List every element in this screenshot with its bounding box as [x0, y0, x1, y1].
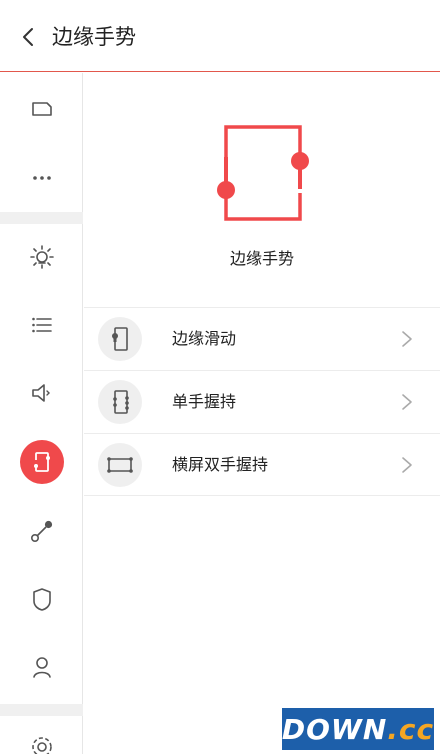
option-icon-bg: [98, 317, 142, 361]
sidebar-item-list[interactable]: [0, 295, 83, 355]
sidebar-item-settings[interactable]: [0, 717, 83, 754]
sidebar-separator: [0, 212, 83, 224]
option-icon-bg: [98, 380, 142, 424]
sidebar-item-user[interactable]: [0, 637, 83, 697]
active-indicator: [19, 440, 64, 484]
shortcut-icon: [30, 520, 52, 542]
sidebar-item-shield[interactable]: [0, 569, 83, 629]
volume-icon: [31, 384, 50, 402]
option-label: 横屏双手握持: [172, 455, 269, 474]
chevron-right-icon: [402, 394, 412, 410]
edge-gesture-icon: [33, 452, 50, 472]
shield-icon: [32, 588, 51, 611]
app-header: 边缘手势: [0, 0, 440, 72]
watermark-suffix: .cc: [387, 712, 435, 746]
one-hand-grip-icon: [113, 390, 129, 414]
tag-icon: [31, 102, 52, 116]
watermark-text: DOWN: [281, 712, 388, 746]
brightness-icon: [29, 245, 54, 269]
sidebar-item-edge-gesture[interactable]: [0, 432, 83, 492]
chevron-right-icon: [402, 457, 412, 473]
settings-icon: [31, 737, 52, 754]
watermark-logo: DOWN .cc: [282, 708, 434, 750]
option-landscape-two-hand[interactable]: 横屏双手握持: [84, 433, 440, 496]
landscape-two-hand-icon: [107, 457, 133, 473]
page-title: 边缘手势: [52, 25, 136, 49]
more-icon: [32, 176, 51, 180]
sidebar-separator: [0, 704, 83, 716]
main-content: 边缘手势 边缘滑动 单手握持 横屏双手握持: [84, 73, 440, 754]
option-label: 边缘滑动: [172, 329, 237, 348]
option-icon-bg: [98, 443, 142, 487]
hero-title: 边缘手势: [229, 249, 294, 268]
option-label: 单手握持: [172, 392, 237, 411]
option-edge-swipe[interactable]: 边缘滑动: [84, 307, 440, 370]
chevron-left-icon: [23, 28, 33, 46]
back-button[interactable]: [14, 22, 42, 52]
sidebar-item-volume[interactable]: [0, 363, 83, 423]
sidebar-item-tag[interactable]: [0, 79, 83, 139]
sidebar: [0, 73, 83, 754]
sidebar-item-more[interactable]: [0, 148, 83, 208]
sidebar-item-shortcut[interactable]: [0, 501, 83, 561]
sidebar-item-brightness[interactable]: [0, 227, 83, 287]
user-icon: [32, 657, 51, 678]
list-icon: [31, 317, 52, 333]
edge-swipe-icon: [112, 327, 128, 351]
chevron-right-icon: [402, 331, 412, 347]
option-one-hand-grip[interactable]: 单手握持: [84, 370, 440, 433]
edge-gesture-logo-icon: [217, 125, 309, 221]
